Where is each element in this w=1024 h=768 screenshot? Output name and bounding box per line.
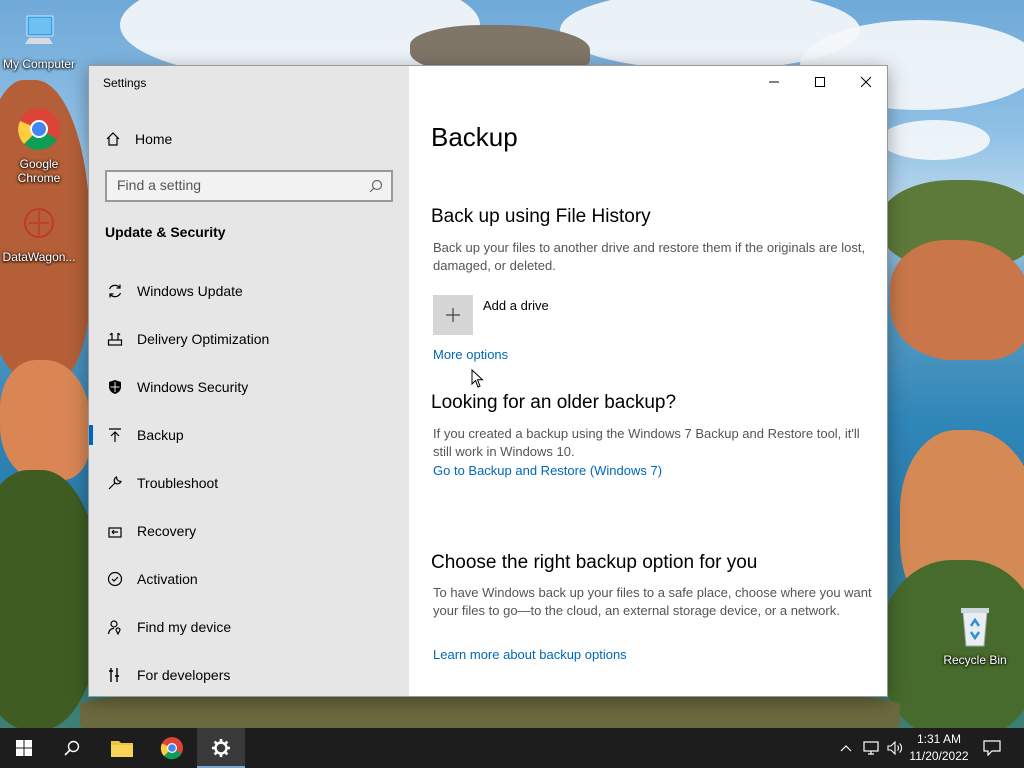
search-icon — [64, 740, 80, 756]
recovery-icon — [105, 521, 125, 541]
desktop-icon-datawagon[interactable]: DataWagon... — [1, 205, 77, 264]
taskbar: 1:31 AM 11/20/2022 — [0, 728, 1024, 768]
desktop-icon-my-computer[interactable]: My Computer — [1, 12, 77, 71]
chrome-icon — [160, 737, 183, 760]
backup-restore-win7-link[interactable]: Go to Backup and Restore (Windows 7) — [433, 463, 662, 478]
chevron-up-icon — [840, 745, 852, 752]
file-history-description: Back up your files to another drive and … — [433, 240, 866, 273]
person-location-icon — [105, 617, 125, 637]
sidebar-item-label: For developers — [137, 667, 231, 683]
section-header: Update & Security — [105, 224, 226, 240]
shield-icon — [105, 377, 125, 397]
network-icon — [863, 741, 879, 755]
sidebar-item-backup[interactable]: Backup — [89, 413, 409, 457]
check-circle-icon — [105, 569, 125, 589]
windows-logo-icon — [16, 740, 32, 756]
search-placeholder: Find a setting — [117, 177, 202, 193]
desktop-icon-label: DataWagon... — [2, 250, 76, 264]
window-title: Settings — [103, 76, 147, 90]
rock-decoration — [890, 240, 1024, 360]
mouse-cursor-icon — [471, 369, 484, 388]
developer-tools-icon — [105, 665, 125, 685]
sidebar-item-label: Find my device — [137, 619, 232, 635]
datawagon-icon — [1, 205, 77, 248]
gear-icon — [212, 739, 230, 757]
file-explorer-button[interactable] — [98, 728, 146, 768]
sidebar-item-troubleshoot[interactable]: Troubleshoot — [89, 461, 409, 505]
sidebar: Settings Home Find a setting Update & Se… — [89, 66, 409, 696]
more-options-link[interactable]: More options — [433, 347, 508, 362]
desktop-icon-recycle-bin[interactable]: Recycle Bin — [937, 604, 1013, 667]
home-icon — [106, 132, 120, 146]
vegetation-decoration — [0, 470, 100, 728]
sidebar-item-label: Activation — [137, 571, 198, 587]
sidebar-item-recovery[interactable]: Recovery — [89, 509, 409, 553]
page-title: Backup — [431, 122, 518, 152]
learn-more-link[interactable]: Learn more about backup options — [433, 647, 627, 662]
chrome-taskbar-button[interactable] — [148, 728, 196, 768]
sidebar-item-activation[interactable]: Activation — [89, 557, 409, 601]
desktop-icon-label: My Computer — [2, 57, 76, 71]
delivery-icon — [105, 329, 125, 349]
sidebar-item-label: Recovery — [137, 523, 197, 539]
home-link[interactable]: Home — [105, 129, 172, 149]
wrench-icon — [105, 473, 125, 493]
taskbar-clock[interactable]: 1:31 AM 11/20/2022 — [904, 731, 974, 765]
desktop-icon-label: Google Chrome — [17, 157, 61, 185]
notification-icon — [983, 740, 1001, 756]
recycle-bin-icon — [937, 604, 1013, 651]
sync-icon — [105, 281, 125, 301]
search-input[interactable]: Find a setting — [105, 170, 393, 202]
search-button[interactable] — [48, 728, 96, 768]
desktop-icon-label: Recycle Bin — [943, 653, 1007, 667]
folder-icon — [111, 741, 133, 757]
cloud-decoration — [880, 120, 990, 160]
speaker-icon — [887, 741, 902, 755]
sidebar-item-label: Troubleshoot — [137, 475, 219, 491]
choose-option-description: To have Windows back up your files to a … — [433, 585, 872, 618]
chrome-icon — [1, 106, 77, 155]
sidebar-item-for-developers[interactable]: For developers — [89, 653, 409, 697]
sidebar-item-label: Windows Security — [137, 379, 249, 395]
sidebar-item-label: Backup — [137, 427, 184, 443]
volume-button[interactable] — [884, 728, 906, 768]
older-backup-heading: Looking for an older backup? — [431, 392, 677, 413]
sidebar-item-label: Delivery Optimization — [137, 331, 270, 347]
clock-time: 1:31 AM — [916, 732, 962, 746]
choose-option-heading: Choose the right backup option for you — [431, 552, 758, 573]
older-backup-description: If you created a backup using the Window… — [433, 426, 860, 459]
show-hidden-icons-button[interactable] — [836, 728, 856, 768]
sidebar-item-label: Windows Update — [137, 283, 243, 299]
backup-arrow-icon — [105, 425, 125, 445]
add-drive-button[interactable]: Add a drive — [433, 295, 549, 335]
file-history-heading: Back up using File History — [431, 206, 651, 227]
action-center-button[interactable] — [976, 728, 1008, 768]
plus-icon — [433, 295, 473, 335]
sidebar-item-find-my-device[interactable]: Find my device — [89, 605, 409, 649]
add-drive-label: Add a drive — [483, 298, 549, 313]
desktop-icon-google-chrome[interactable]: Google Chrome — [1, 106, 77, 185]
start-button[interactable] — [0, 728, 48, 768]
settings-window: Settings Home Find a setting Update & Se… — [88, 65, 888, 697]
sidebar-item-delivery-optimization[interactable]: Delivery Optimization — [89, 317, 409, 361]
clock-date: 11/20/2022 — [909, 749, 969, 763]
home-label: Home — [135, 131, 173, 147]
computer-icon — [1, 12, 77, 55]
settings-taskbar-button[interactable] — [197, 728, 245, 768]
sidebar-item-windows-security[interactable]: Windows Security — [89, 365, 409, 409]
search-icon[interactable] — [369, 179, 383, 193]
rock-decoration — [0, 360, 90, 480]
network-button[interactable] — [860, 728, 882, 768]
sidebar-item-windows-update[interactable]: Windows Update — [89, 269, 409, 313]
